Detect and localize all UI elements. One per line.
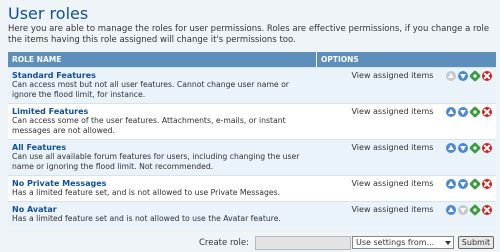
move-up-icon[interactable]: [446, 179, 456, 189]
delete-icon[interactable]: [482, 107, 492, 117]
role-description: Has a limited feature set, and is not al…: [12, 188, 281, 197]
table-row: No Private Messages Has a limited featur…: [8, 175, 496, 202]
delete-icon[interactable]: [482, 205, 492, 215]
role-description: Can access most but not all user feature…: [12, 80, 289, 99]
move-down-icon[interactable]: [458, 107, 468, 117]
delete-icon[interactable]: [482, 143, 492, 153]
row-actions: [439, 139, 496, 176]
col-role-name: ROLE NAME: [8, 52, 317, 68]
view-assigned-link[interactable]: View assigned items: [316, 67, 440, 104]
move-up-icon[interactable]: [446, 107, 456, 117]
view-assigned-link[interactable]: View assigned items: [316, 103, 440, 140]
role-name: Limited Features: [12, 107, 89, 116]
move-down-icon[interactable]: [458, 179, 468, 189]
settings-source-select[interactable]: Use settings from...: [352, 236, 454, 249]
table-row: All Features Can use all available forum…: [8, 139, 496, 176]
row-actions: [439, 67, 496, 104]
page-intro: Here you are able to manage the roles fo…: [8, 24, 490, 45]
role-cell: All Features Can use all available forum…: [8, 139, 317, 176]
role-cell: No Avatar Has a limited feature set and …: [8, 201, 317, 227]
role-cell: No Private Messages Has a limited featur…: [8, 175, 317, 202]
row-actions: [439, 175, 496, 202]
role-description: Can use all available forum features for…: [12, 152, 300, 171]
move-up-icon[interactable]: [446, 205, 456, 215]
role-cell: Limited Features Can access some of the …: [8, 103, 317, 140]
view-assigned-link[interactable]: View assigned items: [316, 175, 440, 202]
create-role-input[interactable]: [255, 236, 351, 250]
view-assigned-link[interactable]: View assigned items: [316, 201, 440, 227]
move-up-icon: [446, 71, 456, 81]
settings-gear-icon[interactable]: [468, 141, 482, 155]
settings-gear-icon[interactable]: [468, 69, 482, 83]
move-down-icon: [458, 205, 468, 215]
user-roles-panel: User roles Here you are able to manage t…: [0, 0, 500, 252]
chevron-down-icon: [445, 241, 451, 245]
row-actions: [439, 201, 496, 227]
move-up-icon[interactable]: [446, 143, 456, 153]
role-name: Standard Features: [12, 71, 96, 80]
settings-gear-icon[interactable]: [468, 177, 482, 191]
create-role-form: Create role: Use settings from... Submit: [0, 236, 500, 250]
role-name: All Features: [12, 143, 67, 152]
col-options: OPTIONS: [316, 52, 496, 68]
settings-gear-icon[interactable]: [468, 203, 482, 217]
view-assigned-link[interactable]: View assigned items: [316, 139, 440, 176]
submit-button[interactable]: Submit: [458, 236, 494, 249]
table-row: No Avatar Has a limited feature set and …: [8, 201, 496, 227]
role-description: Can access some of the user features. At…: [12, 116, 286, 135]
role-name: No Avatar: [12, 205, 57, 214]
table-row: Limited Features Can access some of the …: [8, 103, 496, 140]
delete-icon[interactable]: [482, 179, 492, 189]
row-actions: [439, 103, 496, 140]
settings-source-value: Use settings from...: [356, 238, 435, 247]
role-cell: Standard Features Can access most but no…: [8, 67, 317, 104]
table-row: Standard Features Can access most but no…: [8, 67, 496, 104]
settings-gear-icon[interactable]: [468, 105, 482, 119]
move-down-icon[interactable]: [458, 71, 468, 81]
roles-table: ROLE NAME OPTIONS Standard Features Can …: [8, 52, 496, 227]
create-role-label: Create role:: [199, 238, 249, 248]
page-title: User roles: [8, 4, 89, 23]
role-name: No Private Messages: [12, 179, 107, 188]
table-header-row: ROLE NAME OPTIONS: [8, 52, 496, 68]
delete-icon[interactable]: [482, 71, 492, 81]
move-down-icon[interactable]: [458, 143, 468, 153]
role-description: Has a limited feature set and is not all…: [12, 214, 281, 223]
